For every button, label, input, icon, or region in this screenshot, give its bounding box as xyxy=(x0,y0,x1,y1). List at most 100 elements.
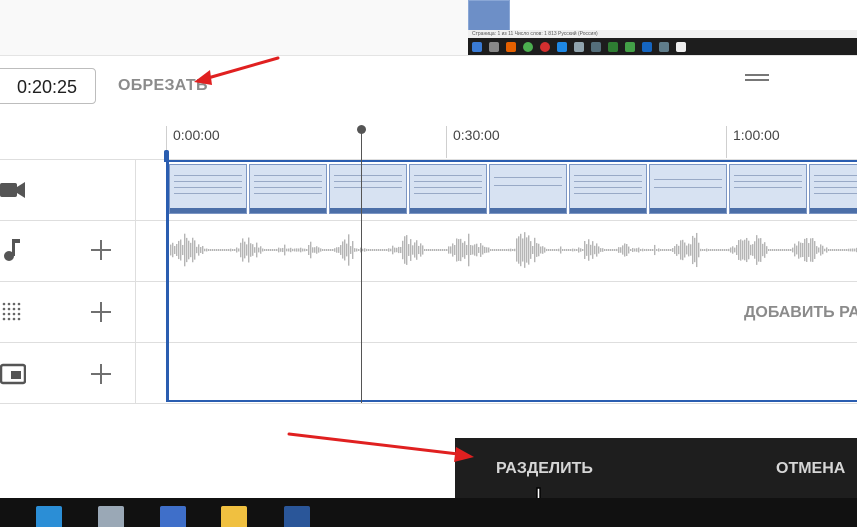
waveform-sample xyxy=(306,249,308,251)
mini-windows-icon xyxy=(472,41,482,52)
waveform-sample xyxy=(634,248,636,252)
waveform-sample xyxy=(568,249,570,251)
waveform-sample xyxy=(636,248,638,252)
waveform-sample xyxy=(382,249,384,251)
waveform-sample xyxy=(484,246,486,254)
waveform-sample xyxy=(286,248,288,252)
waveform-sample xyxy=(448,246,450,254)
time-input[interactable]: 0:20:25 xyxy=(0,68,96,104)
waveform-sample xyxy=(510,248,512,252)
folder-icon[interactable] xyxy=(221,506,247,527)
waveform-sample xyxy=(854,248,856,252)
waveform-sample xyxy=(738,240,740,260)
waveform-sample xyxy=(686,245,688,255)
ruler-tick xyxy=(446,126,447,158)
add-audio-button[interactable] xyxy=(90,239,112,261)
waveform-sample xyxy=(718,249,720,251)
waveform-sample xyxy=(368,249,370,251)
waveform-sample xyxy=(412,245,414,255)
waveform-sample xyxy=(478,247,480,253)
playhead-handle[interactable] xyxy=(357,125,366,134)
waveform-sample xyxy=(494,249,496,251)
calculator-icon[interactable] xyxy=(98,506,124,527)
waveform-sample xyxy=(782,249,784,251)
waveform-sample xyxy=(560,246,562,254)
waveform-sample xyxy=(682,239,684,261)
mini-app-icon xyxy=(676,41,686,52)
waveform-sample xyxy=(778,249,780,251)
waveform-sample xyxy=(214,249,216,251)
hamburger-menu-icon[interactable] xyxy=(745,74,769,82)
waveform-sample xyxy=(200,247,202,253)
add-overlay-button[interactable] xyxy=(90,363,112,385)
windows-taskbar xyxy=(0,498,857,527)
mini-app-icon xyxy=(659,41,669,52)
waveform-sample xyxy=(238,248,240,252)
waveform-sample xyxy=(278,247,280,253)
add-effect-button[interactable] xyxy=(90,301,112,323)
waveform-sample xyxy=(554,249,556,251)
waveform-sample xyxy=(420,243,422,257)
document-app-icon[interactable] xyxy=(160,506,186,527)
add-text-button[interactable]: ДОБАВИТЬ РА xyxy=(744,304,857,322)
waveform-sample xyxy=(680,240,682,260)
waveform-sample xyxy=(572,248,574,252)
waveform-sample xyxy=(726,249,728,251)
waveform-sample xyxy=(390,248,392,252)
word-icon[interactable] xyxy=(284,506,310,527)
waveform-sample xyxy=(358,249,360,251)
preview-statusbar: Страница: 1 из 11 Число слов: 1 813 Русс… xyxy=(468,30,857,38)
waveform-sample xyxy=(690,244,692,256)
waveform-sample xyxy=(302,248,304,252)
waveform-sample xyxy=(540,246,542,254)
waveform-sample xyxy=(222,249,224,251)
waveform-sample xyxy=(454,245,456,255)
waveform-sample xyxy=(458,239,460,261)
waveform-sample xyxy=(756,235,758,265)
waveform-sample xyxy=(436,249,438,251)
waveform-sample xyxy=(810,238,812,262)
waveform-sample xyxy=(668,249,670,251)
waveform-sample xyxy=(694,237,696,263)
waveform-sample xyxy=(788,249,790,251)
waveform-sample xyxy=(754,241,756,259)
waveform-sample xyxy=(280,248,282,252)
track-header-divider xyxy=(135,160,136,404)
split-button[interactable]: РАЗДЕЛИТЬ xyxy=(496,460,593,478)
waveform-sample xyxy=(226,249,228,251)
waveform-sample xyxy=(318,247,320,253)
waveform-sample xyxy=(290,247,292,253)
playhead-line[interactable] xyxy=(361,131,362,403)
waveform-sample xyxy=(784,249,786,251)
waveform-sample xyxy=(210,249,212,251)
video-thumbnail xyxy=(649,164,727,214)
waveform-sample xyxy=(622,245,624,255)
waveform-sample xyxy=(640,249,642,251)
waveform-sample xyxy=(652,249,654,251)
cancel-button[interactable]: ОТМЕНА xyxy=(776,460,845,478)
waveform-sample xyxy=(542,246,544,254)
waveform-sample xyxy=(178,240,180,260)
waveform-sample xyxy=(416,240,418,260)
waveform-sample xyxy=(372,249,374,251)
waveform-sample xyxy=(566,248,568,252)
waveform-sample xyxy=(660,249,662,251)
waveform-sample xyxy=(620,247,622,253)
waveform-sample xyxy=(176,243,178,257)
waveform-sample xyxy=(730,247,732,253)
waveform-sample xyxy=(648,249,650,251)
outlook-contacts-icon[interactable] xyxy=(36,506,62,527)
ruler-label: 0:00:00 xyxy=(173,127,220,143)
waveform-sample xyxy=(744,239,746,261)
clip-start-handle[interactable] xyxy=(164,150,169,162)
video-thumbnail-strip[interactable] xyxy=(169,164,857,214)
waveform-sample xyxy=(366,248,368,252)
waveform-sample xyxy=(774,249,776,251)
waveform-sample xyxy=(758,238,760,262)
audio-waveform[interactable] xyxy=(170,228,857,272)
waveform-sample xyxy=(298,248,300,252)
waveform-sample xyxy=(578,247,580,253)
waveform-sample xyxy=(236,247,238,253)
waveform-sample xyxy=(256,242,258,258)
waveform-sample xyxy=(746,237,748,263)
